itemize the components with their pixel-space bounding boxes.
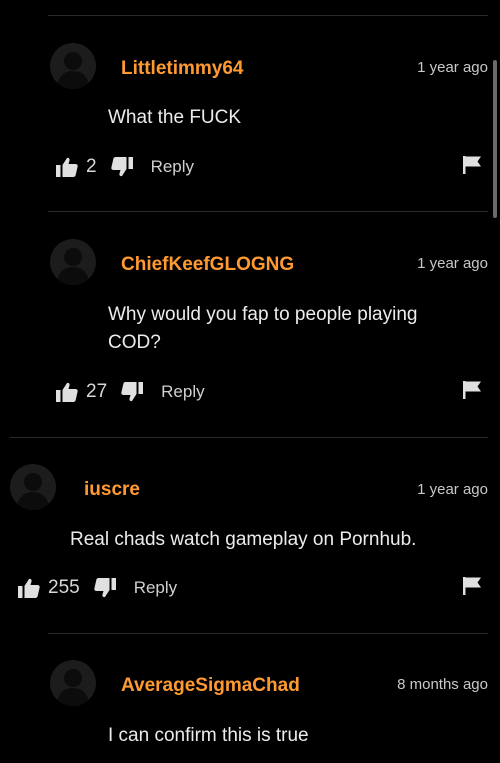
avatar[interactable] [50,660,96,706]
flag-icon[interactable] [462,576,482,596]
like-count: 2 [86,156,97,177]
thumbs-up-icon[interactable] [18,577,40,599]
reply-button[interactable]: Reply [134,578,177,598]
like-count: 255 [48,577,80,598]
comment-text: I can confirm this is true [108,725,309,746]
comment-timestamp: 1 year ago [417,481,488,498]
like-count: 27 [86,381,108,402]
thumbs-up-icon[interactable] [56,156,78,178]
reply-button[interactable]: Reply [151,157,194,177]
comment-timestamp: 8 months ago [397,676,488,693]
avatar[interactable] [50,239,96,285]
reply-button[interactable]: Reply [161,382,204,402]
user-silhouette-icon [56,669,90,706]
comment-top-level: iuscre 1 year ago Real chads watch gamep… [0,437,500,633]
avatar[interactable] [10,464,56,510]
flag-icon[interactable] [462,155,482,175]
comment-text: Real chads watch gameplay on Pornhub. [70,529,417,550]
comment-actions: 255 Reply [18,573,177,603]
comment-timestamp: 1 year ago [417,255,488,272]
thumbs-up-icon[interactable] [56,381,78,403]
comment-username[interactable]: AverageSigmaChad [121,675,300,697]
comment-username[interactable]: ChiefKeefGLOGNG [121,254,294,276]
thumbs-down-icon[interactable] [110,156,133,178]
comment-reply: AverageSigmaChad 8 months ago I can conf… [0,633,500,763]
comment-reply: ChiefKeefGLOGNG 1 year ago Why would you… [0,211,500,437]
avatar[interactable] [50,43,96,89]
thumbs-down-icon[interactable] [94,577,116,599]
comment-username[interactable]: iuscre [84,479,140,501]
comment-actions: 2 Reply [56,152,194,182]
flag-icon[interactable] [462,380,482,400]
comment-timestamp: 1 year ago [417,59,488,76]
comment-actions: 27 Reply [56,377,205,407]
user-silhouette-icon [56,52,90,89]
thumbs-down-icon[interactable] [121,381,144,403]
user-silhouette-icon [56,248,90,285]
comment-reply: Littletimmy64 1 year ago What the FUCK 2… [0,0,500,210]
user-silhouette-icon [16,473,50,510]
comment-text: What the FUCK [108,107,242,128]
comment-username[interactable]: Littletimmy64 [121,58,243,80]
comment-text: Why would you fap to people playing COD? [108,304,418,353]
